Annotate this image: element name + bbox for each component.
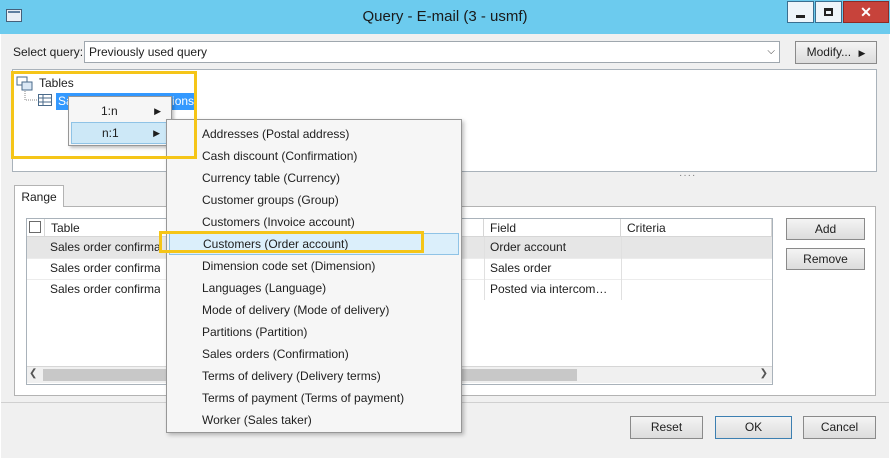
menu-item-customer-groups[interactable]: Customer groups (Group) <box>169 189 459 211</box>
menu-item-cash-discount[interactable]: Cash discount (Confirmation) <box>169 145 459 167</box>
add-button[interactable]: Add <box>786 218 865 240</box>
related-tables-menu: Addresses (Postal address) Cash discount… <box>166 119 462 433</box>
row-1-criteria[interactable] <box>626 237 766 258</box>
select-all-checkbox[interactable] <box>29 221 41 233</box>
row-3-criteria[interactable] <box>626 279 766 300</box>
column-header-criteria[interactable]: Criteria <box>621 219 772 237</box>
close-icon: ✕ <box>860 4 872 20</box>
scroll-right-icon[interactable]: ❯ <box>760 368 768 379</box>
minimize-icon <box>796 14 805 18</box>
menu-item-sales-orders[interactable]: Sales orders (Confirmation) <box>169 343 459 365</box>
column-divider <box>621 237 622 300</box>
row-1-field[interactable]: Order account <box>490 237 618 258</box>
menu-item-dimension-code-set[interactable]: Dimension code set (Dimension) <box>169 255 459 277</box>
minimize-button[interactable] <box>787 1 814 23</box>
modify-button[interactable]: Modify... ▶ <box>795 41 877 64</box>
maximize-icon <box>824 8 833 16</box>
row-2-table[interactable]: Sales order confirmations <box>50 258 160 279</box>
modify-button-label: Modify... <box>806 45 852 59</box>
cancel-button[interactable]: Cancel <box>803 416 876 439</box>
select-query-label: Select query: <box>13 45 84 59</box>
menu-item-languages[interactable]: Languages (Language) <box>169 277 459 299</box>
close-button[interactable]: ✕ <box>843 1 889 23</box>
column-divider <box>484 237 485 300</box>
select-all-cell <box>27 219 45 237</box>
menu-item-terms-of-payment[interactable]: Terms of payment (Terms of payment) <box>169 387 459 409</box>
row-3-field[interactable]: Posted via intercompany <box>490 279 614 300</box>
tab-range[interactable]: Range <box>14 185 64 207</box>
row-1-table[interactable]: Sales order confirmations <box>50 237 160 258</box>
menu-item-worker[interactable]: Worker (Sales taker) <box>169 409 459 431</box>
window-title: Query - E-mail (3 - usmf) <box>362 8 528 25</box>
select-query-combobox[interactable]: Previously used query ⌵ <box>84 41 780 63</box>
maximize-button[interactable] <box>815 1 842 23</box>
chevron-down-icon[interactable]: ⌵ <box>767 46 775 57</box>
reset-button[interactable]: Reset <box>630 416 703 439</box>
scroll-left-icon[interactable]: ❮ <box>29 368 37 379</box>
menu-item-customers-invoice-account[interactable]: Customers (Invoice account) <box>169 211 459 233</box>
highlight-box-customers-order-account <box>159 231 424 253</box>
menu-item-currency-table[interactable]: Currency table (Currency) <box>169 167 459 189</box>
menu-item-mode-of-delivery[interactable]: Mode of delivery (Mode of delivery) <box>169 299 459 321</box>
menu-item-partitions[interactable]: Partitions (Partition) <box>169 321 459 343</box>
highlight-box-tree <box>11 71 197 159</box>
ok-button[interactable]: OK <box>715 416 792 439</box>
caret-right-icon: ▶ <box>858 48 866 58</box>
splitter-grip[interactable]: ···· <box>679 170 696 181</box>
menu-item-terms-of-delivery[interactable]: Terms of delivery (Delivery terms) <box>169 365 459 387</box>
select-query-value: Previously used query <box>89 45 208 59</box>
column-header-field[interactable]: Field <box>484 219 621 237</box>
row-2-criteria[interactable] <box>626 258 766 279</box>
remove-button[interactable]: Remove <box>786 248 865 270</box>
menu-item-addresses[interactable]: Addresses (Postal address) <box>169 123 459 145</box>
row-2-field[interactable]: Sales order <box>490 258 618 279</box>
row-3-table[interactable]: Sales order confirmations <box>50 279 160 300</box>
